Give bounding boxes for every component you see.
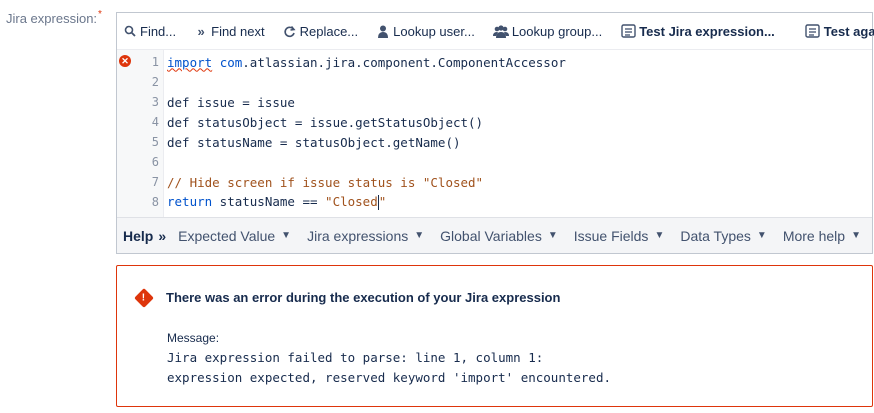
help-item-label: Data Types (680, 227, 751, 244)
chevron-down-icon: ▼ (281, 230, 292, 241)
line-number: 3 (151, 95, 159, 109)
help-item-label: More help (782, 227, 846, 244)
find-label: Find... (140, 23, 177, 39)
code-text: def statusObject = issue.getStatusObject… (167, 114, 484, 130)
error-message-line: expression expected, reserved keyword 'i… (167, 370, 612, 385)
code-text: return statusName == "Closed" (167, 194, 387, 210)
code-line: 4 def statusObject = issue.getStatusObje… (117, 112, 872, 132)
user-icon (376, 24, 390, 38)
code-line: ✕ 1 import com.atlassian.jira.component.… (117, 52, 872, 72)
code-text: import com.atlassian.jira.component.Comp… (167, 54, 566, 70)
test-again-label: Test again (823, 23, 874, 39)
code-line: 2 (117, 72, 872, 92)
test-expression-label: Test Jira expression... (639, 23, 775, 39)
code-area[interactable]: ✕ 1 import com.atlassian.jira.component.… (117, 50, 872, 218)
chevron-down-icon: ▼ (654, 230, 665, 241)
help-data-types[interactable]: Data Types ▼ (680, 228, 766, 244)
code-line: 7 // Hide screen if issue status is "Clo… (117, 172, 872, 192)
help-expected-value[interactable]: Expected Value ▼ (178, 228, 291, 244)
error-message: Jira expression failed to parse: line 1,… (167, 348, 611, 388)
double-chevron-right-icon: » (197, 23, 205, 39)
code-line: 5 def statusName = statusObject.getName(… (117, 132, 872, 152)
group-icon (492, 24, 509, 38)
help-global-variables[interactable]: Global Variables ▼ (440, 228, 558, 244)
error-marker-icon[interactable]: ✕ (119, 55, 131, 67)
find-button[interactable]: Find... (123, 24, 176, 39)
help-issue-fields[interactable]: Issue Fields ▼ (574, 228, 665, 244)
code-text: def issue = issue (167, 94, 295, 110)
help-title: Help (123, 227, 154, 244)
line-number: 6 (151, 155, 159, 169)
help-bar: Help » Expected Value ▼ Jira expressions ▼… (117, 217, 872, 253)
error-icon: ! (134, 287, 154, 308)
code-text: def statusName = statusObject.getName() (167, 134, 461, 150)
error-message-line: Jira expression failed to parse: line 1,… (167, 350, 544, 365)
code-line: 8 return statusName == "Closed" (117, 192, 872, 212)
line-number: 4 (151, 115, 159, 129)
line-number: 7 (151, 175, 159, 189)
chevron-down-icon: ▼ (547, 230, 558, 241)
lookup-group-label: Lookup group... (511, 23, 603, 39)
line-number: 8 (151, 195, 159, 209)
chevron-down-icon: ▼ (851, 230, 861, 241)
help-jira-expressions[interactable]: Jira expressions ▼ (307, 228, 424, 244)
help-more-help[interactable]: More help ▼ (783, 228, 861, 244)
code-comment: // Hide screen if issue status is "Close… (167, 174, 484, 190)
find-next-button[interactable]: » Find next (194, 23, 265, 39)
help-item-label: Global Variables (440, 227, 542, 244)
lookup-group-button[interactable]: Lookup group... (492, 23, 603, 39)
editor-toolbar: Find... » Find next Replace... Lookup us… (117, 13, 874, 50)
code-line: 6 (117, 152, 872, 172)
search-icon (123, 24, 137, 38)
lookup-user-label: Lookup user... (393, 23, 475, 39)
code-editor: Find... » Find next Replace... Lookup us… (116, 12, 874, 254)
error-message-label: Message: (167, 331, 220, 345)
line-number: 2 (151, 75, 159, 89)
help-item-label: Jira expressions (307, 227, 409, 244)
error-header: ! There was an error during the executio… (134, 287, 561, 308)
replace-label: Replace... (299, 23, 359, 39)
error-panel: ! There was an error during the executio… (116, 265, 873, 407)
field-label-text: Jira expression: (6, 11, 98, 26)
test-expression-button[interactable]: Test Jira expression... (620, 24, 775, 39)
checklist-icon (805, 24, 821, 38)
help-expand-icon[interactable]: » (158, 228, 166, 244)
chevron-down-icon: ▼ (414, 230, 425, 241)
checklist-icon (620, 24, 636, 38)
line-number: 5 (151, 135, 159, 149)
help-item-label: Issue Fields (573, 227, 649, 244)
refresh-icon (283, 24, 297, 38)
error-title: There was an error during the execution … (166, 290, 561, 305)
code-line: 3 def issue = issue (117, 92, 872, 112)
help-item-label: Expected Value (178, 227, 276, 244)
lookup-user-button[interactable]: Lookup user... (376, 24, 475, 39)
required-asterisk: * (98, 9, 102, 20)
chevron-down-icon: ▼ (756, 230, 767, 241)
jira-expression-label: Jira expression:* (6, 9, 102, 26)
test-again-button[interactable]: Test again (805, 24, 874, 39)
find-next-label: Find next (211, 23, 265, 39)
replace-button[interactable]: Replace... (283, 23, 359, 39)
